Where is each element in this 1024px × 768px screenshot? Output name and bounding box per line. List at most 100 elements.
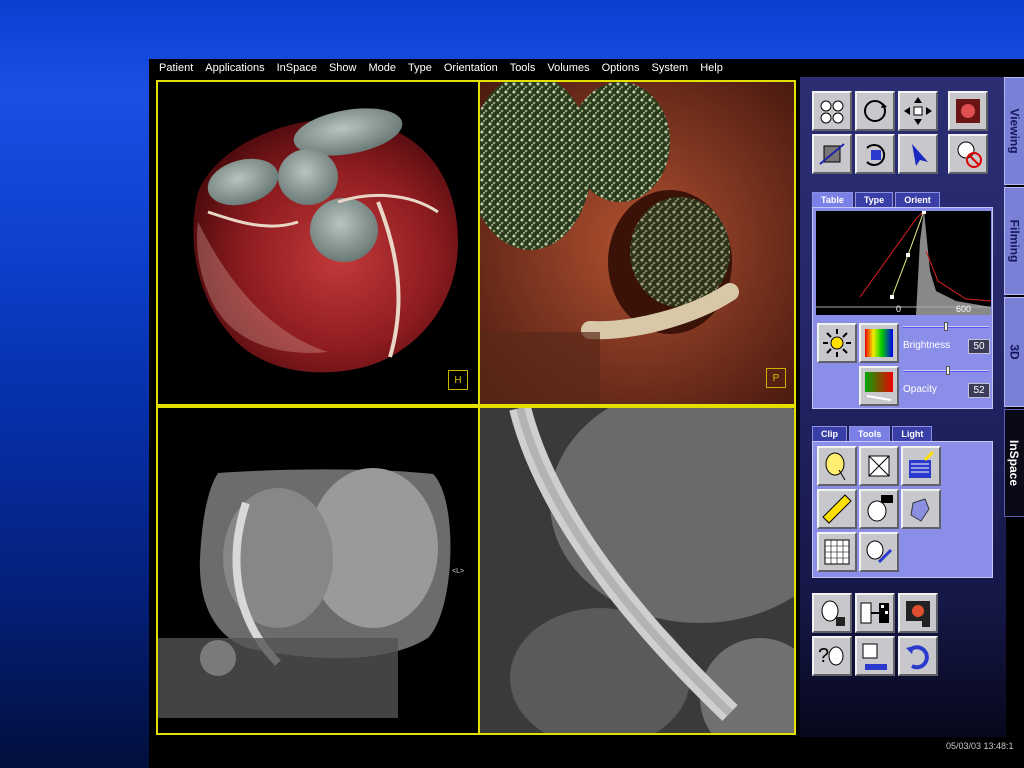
tab-viewing[interactable]: Viewing [1004, 77, 1024, 185]
angle-icon [866, 540, 893, 564]
tab-light[interactable]: Light [892, 426, 933, 442]
date-time: 05/03/03 13:48:1 [946, 741, 1014, 751]
application-window: Patient Applications InSpace Show Mode T… [149, 59, 1024, 768]
menu-orientation[interactable]: Orientation [444, 62, 498, 74]
tab-filming[interactable]: Filming [1004, 187, 1024, 295]
lut-tabs: Table Type Orient [812, 192, 940, 208]
menu-mode[interactable]: Mode [368, 62, 396, 74]
opacity-value: 52 [968, 383, 990, 398]
brightness-slider[interactable] [903, 322, 989, 331]
export-button[interactable] [855, 636, 895, 676]
menu-help[interactable]: Help [700, 62, 723, 74]
viewport-ct-zoom[interactable] [478, 406, 796, 735]
tools-panel [812, 441, 993, 578]
brightness-thumb[interactable] [944, 322, 948, 331]
menu-patient[interactable]: Patient [159, 62, 193, 74]
grid-button[interactable] [817, 532, 857, 572]
tab-table[interactable]: Table [812, 192, 853, 208]
heart-volume-render [193, 108, 458, 373]
tab-3d[interactable]: 3D [1004, 297, 1024, 407]
menu-tools[interactable]: Tools [510, 62, 536, 74]
opacity-label: Opacity [903, 384, 937, 395]
save-head-icon [821, 600, 845, 626]
viewport-3d-heart[interactable]: H [156, 80, 480, 406]
viewport-3d-cut[interactable]: P [478, 80, 796, 406]
control-panel: Table Type Orient 0 600 Brightness 50 Op… [800, 77, 1006, 737]
head-clip-icon [825, 452, 846, 481]
ct-zoom-image [480, 408, 794, 733]
lut-panel: 0 600 Brightness 50 Opacity 52 [812, 207, 993, 409]
menu-options[interactable]: Options [602, 62, 640, 74]
shape-button[interactable] [901, 489, 941, 529]
tab-tools[interactable]: Tools [849, 426, 891, 442]
opacity-ramp-button[interactable] [859, 366, 899, 406]
menu-applications[interactable]: Applications [205, 62, 264, 74]
notepad-button[interactable] [901, 446, 941, 486]
temperature-no-icon [957, 141, 982, 168]
pan-zoom-rotate-icon [820, 100, 844, 124]
move-button[interactable] [898, 91, 938, 131]
mode-tabs: Viewing Filming 3D InSpace [1004, 77, 1024, 517]
svg-text:?: ? [818, 645, 829, 667]
tab-3d-label: 3D [1007, 344, 1022, 360]
color-palette-button[interactable] [859, 323, 899, 363]
volume-rotate-button[interactable] [812, 134, 852, 174]
tab-clip[interactable]: Clip [812, 426, 847, 442]
film-button[interactable] [898, 593, 938, 633]
help-head-icon: ? [818, 645, 844, 667]
histogram-lut-editor[interactable] [816, 211, 991, 315]
tab-filming-label: Filming [1007, 219, 1022, 263]
menu-inspace[interactable]: InSpace [277, 62, 317, 74]
transfer-icon [860, 602, 889, 624]
save-head-button[interactable] [812, 593, 852, 633]
head-clip-button[interactable] [817, 446, 857, 486]
viewing-mode-button[interactable] [948, 91, 988, 131]
box-clip-button[interactable] [859, 446, 899, 486]
head-zoom-button[interactable] [859, 489, 899, 529]
temperature-no-button[interactable] [948, 134, 988, 174]
pointer-icon [912, 144, 928, 166]
export-icon [862, 643, 887, 670]
volume-rotate-icon [819, 143, 845, 165]
rotate-button[interactable] [855, 91, 895, 131]
brightness-value: 50 [968, 339, 990, 354]
sun-icon [823, 329, 851, 357]
head-zoom-icon [867, 495, 893, 522]
menu-show[interactable]: Show [329, 62, 357, 74]
refresh-button[interactable] [898, 636, 938, 676]
viewing-mode-icon [956, 99, 980, 123]
hand-rotate-button[interactable] [855, 134, 895, 174]
opacity-slider[interactable] [903, 366, 989, 375]
light-button[interactable] [817, 323, 857, 363]
ct-axial-image [158, 468, 451, 718]
viewport-ct-axial[interactable]: <L> [156, 406, 480, 735]
help-head-button[interactable]: ? [812, 636, 852, 676]
move-icon [904, 97, 932, 125]
cut-volume-render [480, 82, 794, 404]
tool-tabs: Clip Tools Light [812, 426, 933, 442]
tab-inspace[interactable]: InSpace [1004, 409, 1024, 517]
menu-volumes[interactable]: Volumes [547, 62, 589, 74]
tab-orient[interactable]: Orient [895, 192, 940, 208]
hand-rotate-icon [866, 144, 886, 166]
pointer-button[interactable] [898, 134, 938, 174]
histogram-tick-0: 0 [896, 304, 902, 314]
tab-type[interactable]: Type [854, 192, 894, 208]
opacity-ramp-icon [865, 372, 893, 401]
opacity-thumb[interactable] [945, 366, 950, 375]
tab-inspace-label: InSpace [1007, 439, 1022, 487]
menu-system[interactable]: System [652, 62, 689, 74]
film-icon [906, 601, 930, 627]
transfer-button[interactable] [855, 593, 895, 633]
measure-button[interactable] [817, 489, 857, 529]
color-palette-icon [865, 329, 893, 357]
box-clip-icon [868, 455, 890, 477]
rotate-icon [864, 100, 887, 122]
angle-button[interactable] [859, 532, 899, 572]
measure-icon [822, 494, 852, 524]
pan-zoom-rotate-button[interactable] [812, 91, 852, 131]
menu-type[interactable]: Type [408, 62, 432, 74]
orientation-cube[interactable]: P [766, 368, 786, 388]
orientation-cube[interactable]: H [448, 370, 468, 390]
grid-icon [824, 539, 850, 565]
